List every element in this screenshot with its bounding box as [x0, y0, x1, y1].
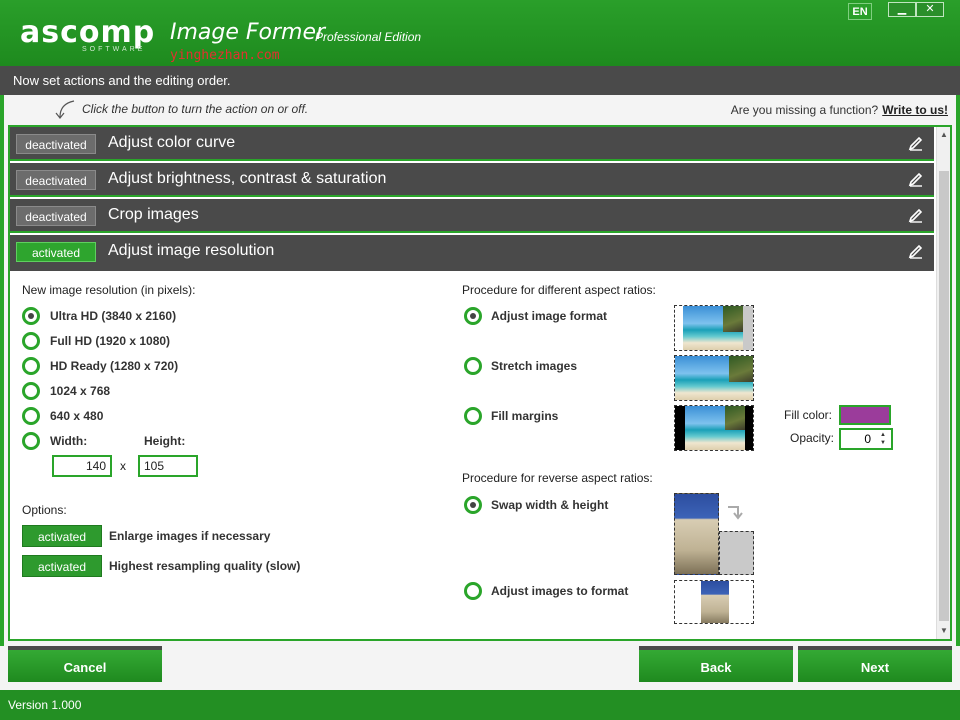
close-button[interactable]: ✕: [916, 2, 944, 17]
swap-arrows-icon: [728, 506, 743, 520]
cancel-button[interactable]: Cancel: [8, 646, 162, 682]
radio-label: Ultra HD (3840 x 2160): [50, 309, 177, 323]
quality-toggle-button[interactable]: activated: [22, 555, 102, 577]
radio-ultra-hd[interactable]: [22, 307, 40, 325]
radio-label: Adjust image format: [491, 309, 608, 323]
radio-label: HD Ready (1280 x 720): [50, 359, 179, 373]
action-title: Adjust color curve: [108, 134, 236, 151]
vertical-scrollbar[interactable]: ▲ ▼: [936, 127, 950, 639]
radio-label: Adjust images to format: [491, 584, 629, 598]
spinner-arrows-icon[interactable]: ▲ ▼: [876, 431, 890, 447]
version-label: Version 1.000: [8, 698, 82, 712]
next-button[interactable]: Next: [798, 646, 952, 682]
language-button[interactable]: EN: [848, 3, 872, 20]
status-bar: Version 1.000: [0, 690, 960, 720]
radio-fill-margins[interactable]: [464, 407, 482, 425]
edition-label: Professional Edition: [315, 30, 422, 44]
adjust-format-preview: [674, 305, 754, 351]
action-title: Crop images: [108, 206, 199, 223]
watermark-text: yinghezhan.com: [170, 48, 280, 63]
left-border: [0, 95, 4, 646]
ascomp-logo: ascomp SOFTWARE: [20, 15, 156, 54]
action-row-color-curve[interactable]: deactivated Adjust color curve: [10, 127, 934, 161]
edit-pencil-icon[interactable]: [908, 243, 924, 259]
action-toggle-button[interactable]: deactivated: [16, 206, 96, 226]
scroll-down-icon[interactable]: ▼: [938, 625, 950, 637]
curved-arrow-icon: [55, 100, 75, 119]
action-row-resolution[interactable]: activated Adjust image resolution: [10, 235, 934, 271]
radio-640[interactable]: [22, 407, 40, 425]
radio-label: Swap width & height: [491, 498, 609, 512]
logo-text: ascomp: [20, 15, 156, 50]
missing-function-text: Are you missing a function? Write to us!: [731, 103, 948, 117]
edit-pencil-icon[interactable]: [908, 171, 924, 187]
scroll-up-icon[interactable]: ▲: [938, 129, 950, 141]
app-name: Image Former: [170, 20, 326, 45]
aspect-heading: Procedure for different aspect ratios:: [462, 283, 656, 297]
app-window: ascomp SOFTWARE Image Former Professiona…: [0, 0, 960, 720]
hint-text: Click the button to turn the action on o…: [82, 102, 309, 116]
action-row-brightness[interactable]: deactivated Adjust brightness, contrast …: [10, 163, 934, 197]
opacity-value: 0: [864, 432, 871, 446]
edit-pencil-icon[interactable]: [908, 135, 924, 151]
radio-label: Fill margins: [491, 409, 559, 423]
instruction-bar: Now set actions and the editing order.: [0, 66, 960, 95]
edit-pencil-icon[interactable]: [908, 207, 924, 223]
times-symbol: x: [120, 459, 126, 473]
quality-label: Highest resampling quality (slow): [109, 559, 301, 573]
action-title: Adjust image resolution: [108, 242, 275, 259]
stretch-preview: [674, 355, 754, 401]
radio-adjust-format[interactable]: [464, 307, 482, 325]
resolution-settings: New image resolution (in pixels): Ultra …: [10, 271, 936, 639]
radio-label: Stretch images: [491, 359, 578, 373]
radio-full-hd[interactable]: [22, 332, 40, 350]
missing-function-label: Are you missing a function?: [730, 103, 879, 117]
options-heading: Options:: [22, 503, 67, 517]
action-toggle-button[interactable]: deactivated: [16, 134, 96, 154]
action-toggle-button[interactable]: deactivated: [16, 170, 96, 190]
radio-label: Full HD (1920 x 1080): [50, 334, 171, 348]
actions-panel: deactivated Adjust color curve deactivat…: [8, 125, 952, 641]
resolution-heading: New image resolution (in pixels):: [22, 283, 196, 297]
write-to-us-link[interactable]: Write to us!: [882, 103, 948, 117]
action-title: Adjust brightness, contrast & saturation: [108, 170, 387, 187]
right-border: [956, 95, 960, 646]
radio-label: 1024 x 768: [50, 384, 111, 398]
fill-color-picker[interactable]: [839, 405, 891, 425]
width-input[interactable]: 140: [52, 455, 112, 477]
fill-color-label: Fill color:: [784, 408, 833, 422]
minimize-button[interactable]: ▁: [888, 2, 916, 17]
radio-hd-ready[interactable]: [22, 357, 40, 375]
action-toggle-button[interactable]: activated: [16, 242, 96, 262]
fill-margins-preview: [674, 405, 754, 451]
height-label: Height:: [144, 434, 186, 448]
title-bar: ascomp SOFTWARE Image Former Professiona…: [0, 0, 960, 66]
reverse-heading: Procedure for reverse aspect ratios:: [462, 471, 653, 485]
scroll-thumb[interactable]: [939, 171, 949, 621]
opacity-label: Opacity:: [790, 431, 835, 445]
back-button[interactable]: Back: [639, 646, 793, 682]
enlarge-toggle-button[interactable]: activated: [22, 525, 102, 547]
radio-custom[interactable]: [22, 432, 40, 450]
radio-label: 640 x 480: [50, 409, 104, 423]
width-label: Width:: [50, 434, 88, 448]
enlarge-label: Enlarge images if necessary: [109, 529, 271, 543]
logo-subtext: SOFTWARE: [82, 46, 146, 53]
radio-adjust-to-format[interactable]: [464, 582, 482, 600]
radio-1024[interactable]: [22, 382, 40, 400]
hint-row: Click the button to turn the action on o…: [0, 95, 960, 125]
height-input[interactable]: 105: [138, 455, 198, 477]
adjust-to-format-preview: [674, 580, 754, 624]
radio-swap[interactable]: [464, 496, 482, 514]
radio-stretch[interactable]: [464, 357, 482, 375]
action-row-crop[interactable]: deactivated Crop images: [10, 199, 934, 233]
opacity-spinner[interactable]: 0 ▲ ▼: [839, 428, 893, 450]
swap-preview: [674, 493, 754, 575]
